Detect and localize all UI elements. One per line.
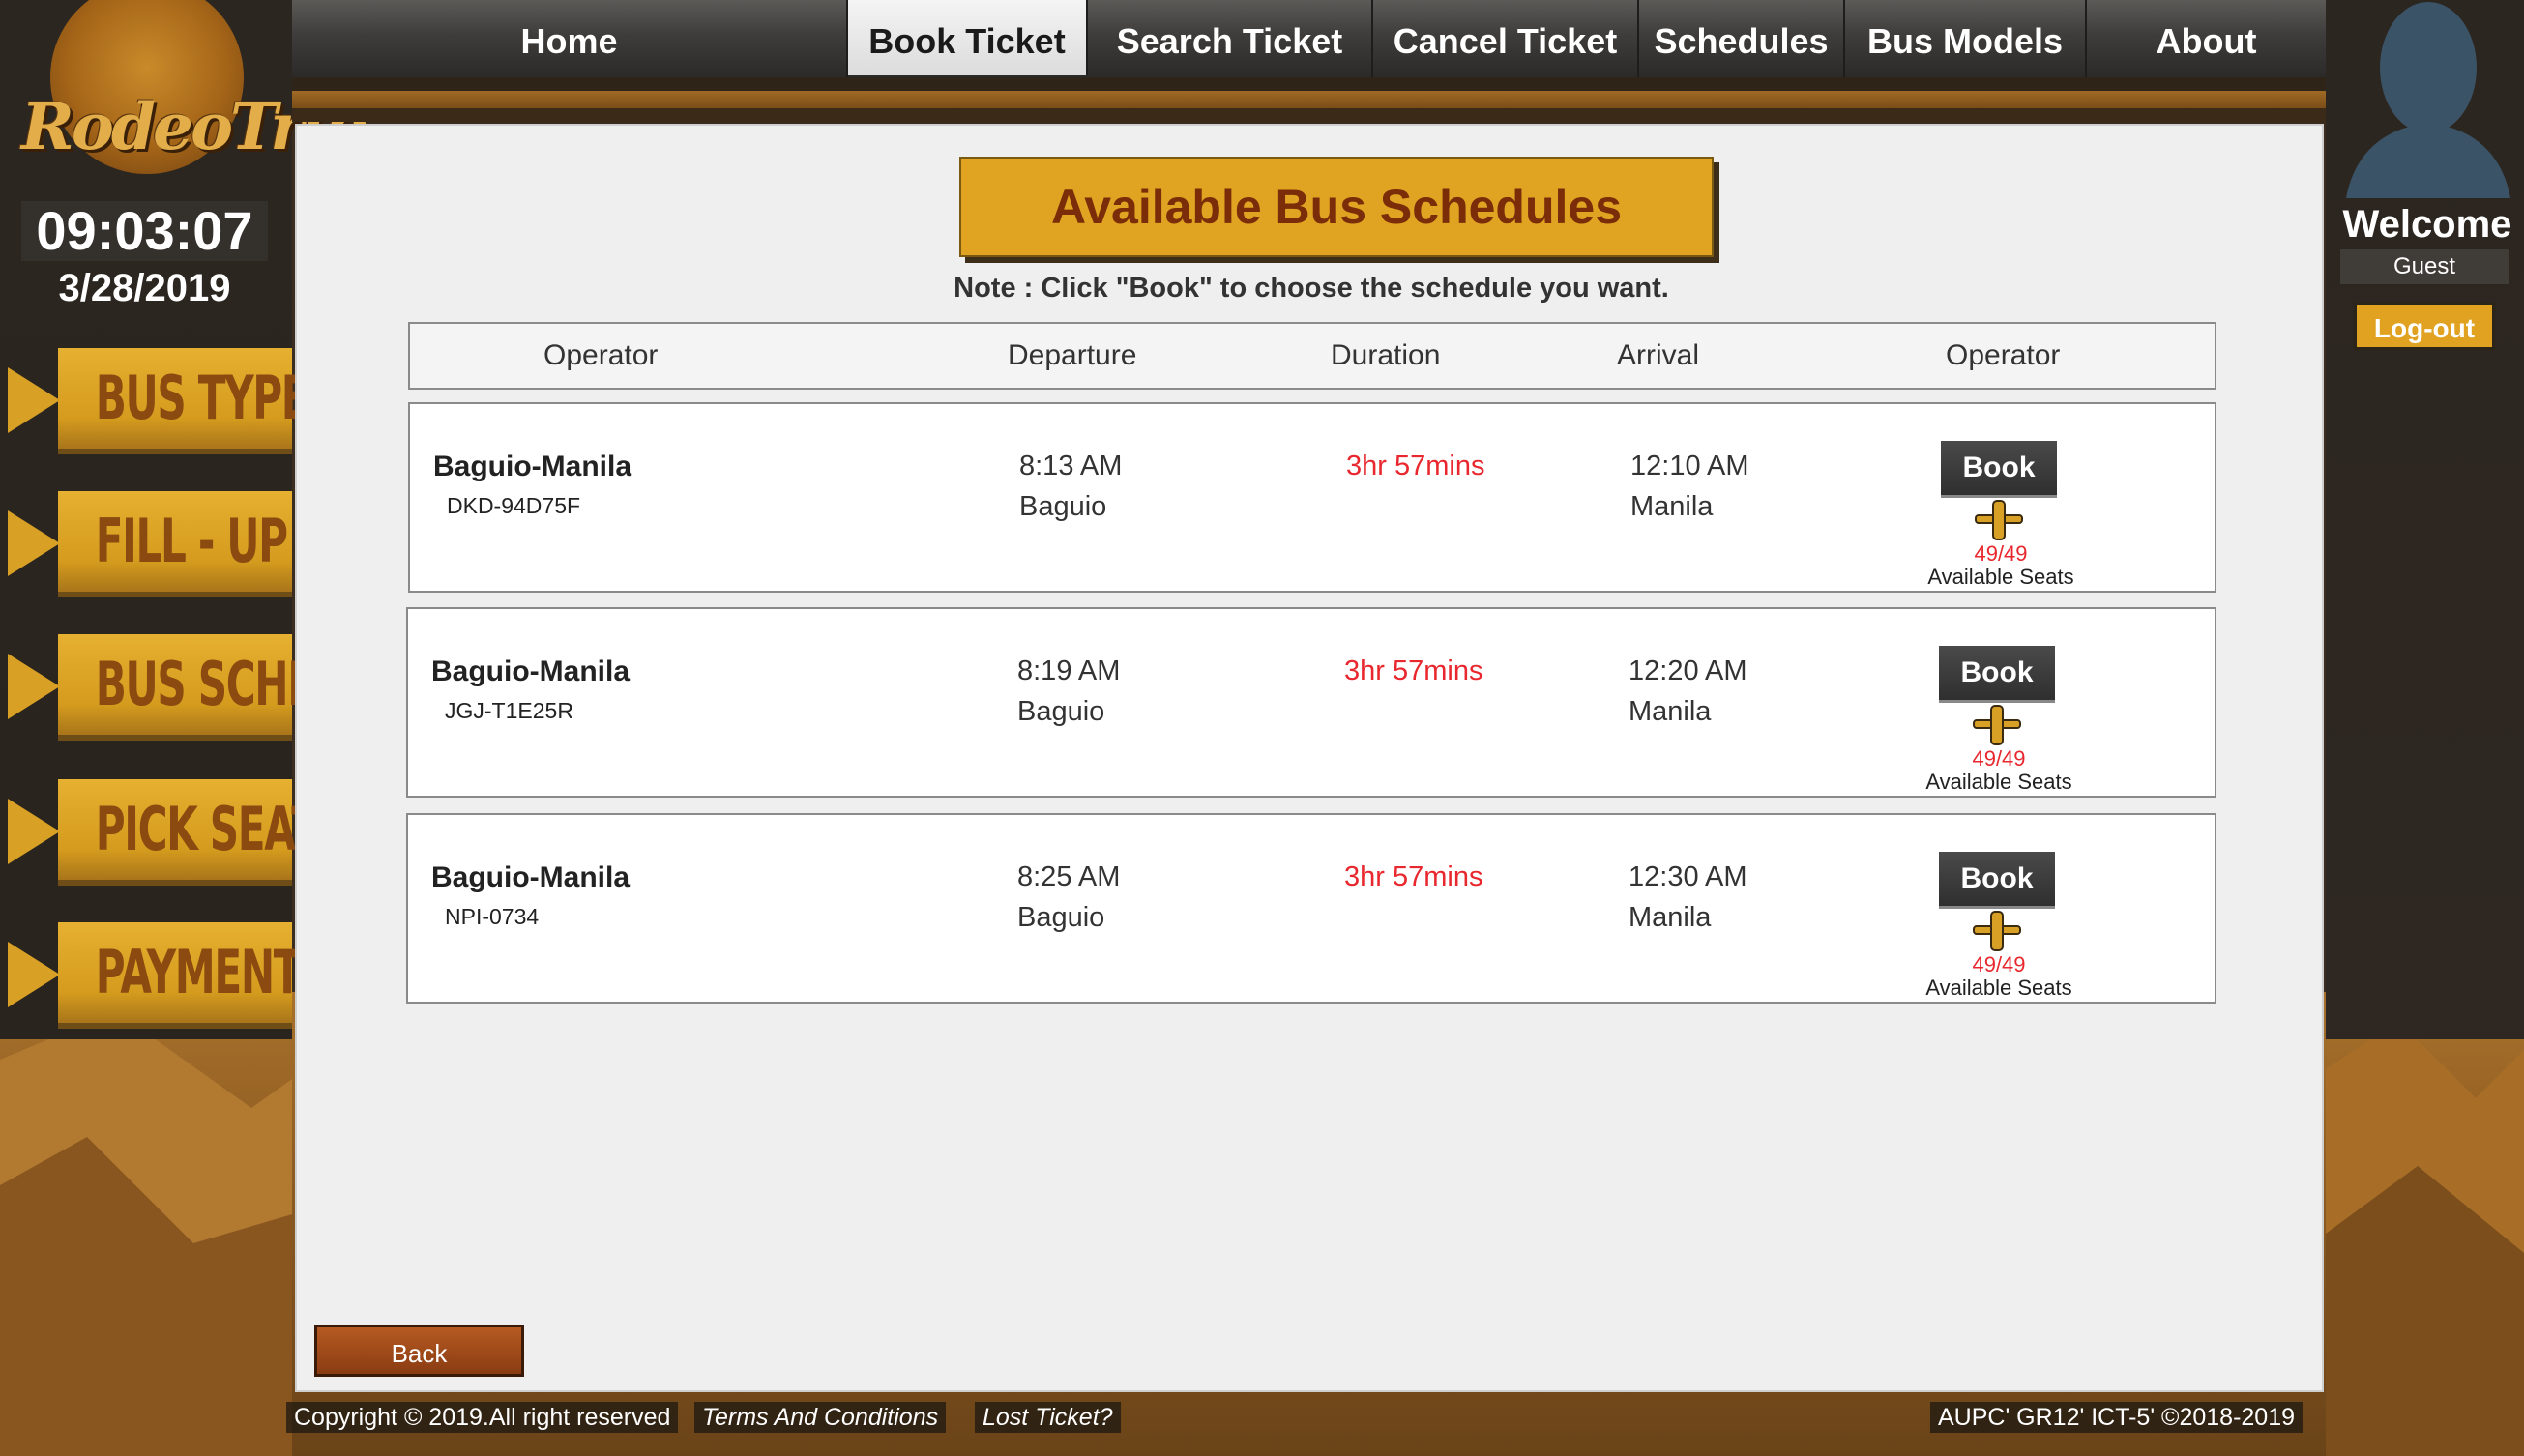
column-header: Duration (1331, 339, 1441, 371)
route-name: Baguio-Manila (431, 655, 631, 687)
step-label: BUS SCHED. (95, 649, 363, 719)
date: 3/28/2019 (58, 267, 231, 309)
top-nav-bar: Home Book Ticket Search Ticket Cancel Ti… (292, 0, 2326, 77)
instruction-note: Note : Click "Book" to choose the schedu… (954, 273, 1669, 304)
seat-icon (1975, 500, 2023, 540)
arrival-place: Manila (1629, 696, 1712, 727)
column-header: Departure (1008, 339, 1137, 371)
step-label: PAYMENT (95, 937, 302, 1007)
departure-place: Baguio (1017, 696, 1105, 727)
logout-button[interactable]: Log-out (2354, 302, 2495, 350)
book-button[interactable]: Book (1939, 852, 2055, 909)
seat-icon (1973, 911, 2021, 951)
welcome-label: Welcome (2342, 203, 2512, 246)
step-payment[interactable]: PAYMENT (0, 922, 302, 1027)
nav-divider (292, 108, 2326, 122)
step-fill-up[interactable]: FILL - UP (0, 491, 292, 596)
nav-bus-models[interactable]: Bus Models (1845, 0, 2087, 77)
back-button[interactable]: Back (314, 1325, 524, 1377)
nav-search-ticket[interactable]: Search Ticket (1088, 0, 1373, 77)
bus-code: DKD-94D75F (447, 493, 581, 518)
arrival-time: 12:20 AM (1629, 655, 1747, 686)
column-header: Operator (1946, 339, 2061, 371)
nav-home[interactable]: Home (292, 0, 848, 77)
nav-about[interactable]: About (2087, 0, 2326, 77)
logo-text: RodeoTrip (21, 89, 367, 164)
route-name: Baguio-Manila (431, 861, 631, 893)
available-seats-count: 49/49 (1974, 541, 2028, 566)
step-label: FILL - UP (95, 506, 288, 576)
departure-place: Baguio (1019, 491, 1107, 522)
step-bus-type[interactable]: BUS TYPE (0, 348, 309, 452)
book-button[interactable]: Book (1939, 646, 2055, 703)
bus-code: NPI-0734 (445, 904, 540, 929)
duration: 3hr 57mins (1344, 861, 1483, 892)
clock: 09:03:07 (21, 201, 268, 261)
arrival-place: Manila (1629, 902, 1712, 933)
seat-icon (1973, 705, 2021, 745)
available-seats-label: Available Seats (1925, 976, 2072, 1000)
duration: 3hr 57mins (1344, 655, 1483, 686)
available-seats-label: Available Seats (1925, 770, 2072, 794)
nav-divider (292, 77, 2326, 91)
departure-place: Baguio (1017, 902, 1105, 933)
user-avatar-icon (2346, 2, 2510, 198)
username-display: Guest (2340, 249, 2509, 284)
column-header: Arrival (1617, 339, 1700, 371)
schedule-row: Baguio-Manila NPI-0734 8:25 AM Baguio 3h… (406, 813, 2216, 1004)
departure-time: 8:19 AM (1017, 655, 1121, 686)
table-header: Operator Departure Duration Arrival Oper… (408, 322, 2216, 390)
bus-code: JGJ-T1E25R (445, 698, 573, 723)
schedule-row: Baguio-Manila JGJ-T1E25R 8:19 AM Baguio … (406, 607, 2216, 798)
departure-time: 8:13 AM (1019, 451, 1123, 481)
book-button[interactable]: Book (1941, 441, 2057, 498)
step-pick-seats[interactable]: PICK SEATS (0, 779, 347, 884)
nav-divider (292, 91, 2326, 108)
credits-text: AUPC' GR12' ICT-5' ©2018-2019 (1930, 1402, 2304, 1433)
departure-time: 8:25 AM (1017, 861, 1121, 892)
lost-ticket-link[interactable]: Lost Ticket? (975, 1402, 1121, 1433)
arrival-time: 12:30 AM (1629, 861, 1747, 892)
step-label: BUS TYPE (95, 363, 309, 433)
nav-schedules[interactable]: Schedules (1639, 0, 1845, 77)
column-header: Operator (543, 339, 659, 371)
main-content: Available Bus Schedules Note : Click "Bo… (295, 124, 2324, 1392)
duration: 3hr 57mins (1346, 451, 1485, 481)
schedule-row: Baguio-Manila DKD-94D75F 8:13 AM Baguio … (408, 402, 2216, 593)
step-label: PICK SEATS (95, 794, 347, 864)
route-name: Baguio-Manila (433, 451, 632, 482)
page-title: Available Bus Schedules (959, 157, 1714, 257)
terms-link[interactable]: Terms And Conditions (694, 1402, 947, 1433)
step-bus-sched[interactable]: BUS SCHED. (0, 634, 363, 739)
arrival-place: Manila (1630, 491, 1714, 522)
arrival-time: 12:10 AM (1630, 451, 1749, 481)
nav-cancel-ticket[interactable]: Cancel Ticket (1373, 0, 1639, 77)
nav-book-ticket[interactable]: Book Ticket (848, 0, 1088, 75)
copyright-text: Copyright © 2019.All right reserved (286, 1402, 679, 1433)
available-seats-count: 49/49 (1972, 952, 2026, 976)
available-seats-label: Available Seats (1927, 565, 2074, 589)
available-seats-count: 49/49 (1972, 746, 2026, 771)
app-logo: RodeoTrip (21, 0, 367, 186)
